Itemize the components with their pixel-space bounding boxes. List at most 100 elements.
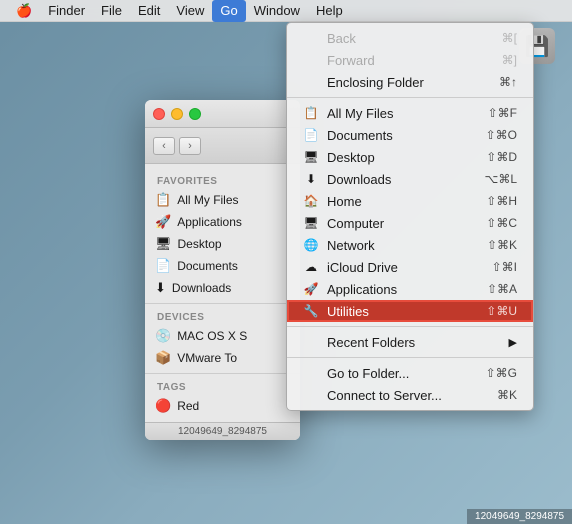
menu-go-computer[interactable]: 🖥 Computer ⇧⌘C (287, 212, 533, 234)
enclosing-label: Enclosing Folder (327, 75, 424, 90)
sidebar-item-applications[interactable]: 🚀 Applications (145, 211, 300, 233)
utilities-shortcut: ⇧⌘U (486, 304, 517, 318)
finder-window: ‹ › Favorites 📋 All My Files 🚀 Applicati… (145, 100, 300, 440)
menu-help[interactable]: Help (308, 0, 351, 22)
menu-go-to-folder[interactable]: Go to Folder... ⇧⌘G (287, 362, 533, 384)
status-text: 12049649_8294875 (178, 426, 267, 437)
applications-label: Applications (177, 215, 242, 229)
finder-titlebar (145, 100, 300, 128)
sidebar-item-documents[interactable]: 📄 Documents (145, 255, 300, 277)
network-icon: 🌐 (303, 238, 319, 252)
computer-label: Computer (327, 216, 384, 231)
menu-view[interactable]: View (168, 0, 212, 22)
menu-go-documents[interactable]: 📄 Documents ⇧⌘O (287, 124, 533, 146)
mac-os-label: MAC OS X S (177, 329, 247, 343)
applications-menu-label: Applications (327, 282, 397, 297)
menu-window[interactable]: Window (246, 0, 308, 22)
menu-go-recent-folders[interactable]: Recent Folders ▶ (287, 331, 533, 353)
desktop-menu-label: Desktop (327, 150, 375, 165)
menu-go-home[interactable]: 🏠 Home ⇧⌘H (287, 190, 533, 212)
menu-edit[interactable]: Edit (130, 0, 168, 22)
home-shortcut: ⇧⌘H (486, 194, 517, 208)
network-shortcut: ⇧⌘K (487, 238, 517, 252)
sidebar-item-downloads[interactable]: ⬇ Downloads (145, 277, 300, 299)
desktop: 🍎 Finder File Edit View Go Window Help 💾… (0, 0, 572, 524)
downloads-icon: ⬇ (155, 280, 166, 296)
menu-connect-to-server[interactable]: Connect to Server... ⌘K (287, 384, 533, 406)
finder-toolbar: ‹ › (145, 128, 300, 164)
go-to-folder-shortcut: ⇧⌘G (486, 366, 517, 380)
devices-section-title: Devices (145, 308, 300, 325)
separator-3 (287, 357, 533, 358)
menu-go-all-my-files[interactable]: 📋 All My Files ⇧⌘F (287, 102, 533, 124)
menu-go-forward[interactable]: Forward ⌘] (287, 49, 533, 71)
icloud-icon: ☁ (303, 260, 319, 274)
sidebar-item-red[interactable]: 🔴 Red (145, 395, 300, 417)
forward-shortcut: ⌘] (502, 53, 517, 67)
menu-go-back[interactable]: Back ⌘[ (287, 27, 533, 49)
info-bar: 12049649_8294875 (467, 509, 572, 524)
connect-label: Connect to Server... (327, 388, 442, 403)
sidebar-item-vmware[interactable]: 📦 VMware To (145, 347, 300, 369)
finder-sidebar: Favorites 📋 All My Files 🚀 Applications … (145, 164, 300, 425)
menu-go-applications[interactable]: 🚀 Applications ⇧⌘A (287, 278, 533, 300)
all-files-shortcut: ⇧⌘F (488, 106, 517, 120)
menu-go-icloud[interactable]: ☁ iCloud Drive ⇧⌘I (287, 256, 533, 278)
menu-go-utilities[interactable]: 🔧 Utilities ⇧⌘U (287, 300, 533, 322)
forward-button[interactable]: › (179, 137, 201, 155)
documents-menu-label: Documents (327, 128, 393, 143)
menu-go[interactable]: Go (212, 0, 245, 22)
menu-go-enclosing[interactable]: Enclosing Folder ⌘↑ (287, 71, 533, 93)
desktop-menu-icon: 🖥 (303, 150, 319, 164)
downloads-label: Downloads (172, 281, 231, 295)
close-button[interactable] (153, 108, 165, 120)
documents-label: Documents (177, 259, 238, 273)
forward-label: Forward (327, 53, 375, 68)
red-tag-label: Red (177, 399, 199, 413)
sidebar-item-all-my-files[interactable]: 📋 All My Files (145, 189, 300, 211)
recent-folders-label: Recent Folders (327, 335, 415, 350)
sidebar-divider-1 (145, 303, 300, 304)
finder-statusbar: 12049649_8294875 (145, 422, 300, 440)
red-tag-icon: 🔴 (155, 398, 171, 414)
go-menu: Back ⌘[ Forward ⌘] Enclosing Folder ⌘↑ 📋 (286, 22, 534, 411)
home-icon: 🏠 (303, 194, 319, 208)
applications-menu-icon: 🚀 (303, 282, 319, 296)
sidebar-item-desktop[interactable]: 🖥 Desktop (145, 233, 300, 255)
menu-go-network[interactable]: 🌐 Network ⇧⌘K (287, 234, 533, 256)
all-files-icon: 📋 (303, 106, 319, 120)
menu-go-downloads[interactable]: ⬇ Downloads ⌥⌘L (287, 168, 533, 190)
maximize-button[interactable] (189, 108, 201, 120)
all-my-files-icon: 📋 (155, 192, 171, 208)
separator-1 (287, 97, 533, 98)
separator-2 (287, 326, 533, 327)
menu-go-desktop[interactable]: 🖥 Desktop ⇧⌘D (287, 146, 533, 168)
apple-menu[interactable]: 🍎 (8, 0, 40, 22)
tags-section-title: Tags (145, 378, 300, 395)
applications-shortcut: ⇧⌘A (487, 282, 517, 296)
utilities-label: Utilities (327, 304, 369, 319)
desktop-label: Desktop (178, 237, 222, 251)
desktop-icon: 🖥 (155, 236, 172, 252)
connect-shortcut: ⌘K (497, 388, 517, 402)
menu-finder[interactable]: Finder (40, 0, 93, 22)
sidebar-divider-2 (145, 373, 300, 374)
menu-file[interactable]: File (93, 0, 130, 22)
computer-icon: 🖥 (303, 216, 319, 230)
applications-icon: 🚀 (155, 214, 171, 230)
all-files-label: All My Files (327, 106, 393, 121)
network-label: Network (327, 238, 375, 253)
go-to-folder-label: Go to Folder... (327, 366, 409, 381)
back-shortcut: ⌘[ (502, 31, 517, 45)
mac-os-icon: 💿 (155, 328, 171, 344)
home-label: Home (327, 194, 362, 209)
utilities-icon: 🔧 (303, 304, 319, 318)
documents-shortcut: ⇧⌘O (486, 128, 517, 142)
recent-folders-arrow: ▶ (509, 336, 517, 349)
sidebar-item-mac-os[interactable]: 💿 MAC OS X S (145, 325, 300, 347)
favorites-section-title: Favorites (145, 172, 300, 189)
icloud-label: iCloud Drive (327, 260, 398, 275)
back-button[interactable]: ‹ (153, 137, 175, 155)
minimize-button[interactable] (171, 108, 183, 120)
downloads-shortcut: ⌥⌘L (484, 172, 517, 186)
